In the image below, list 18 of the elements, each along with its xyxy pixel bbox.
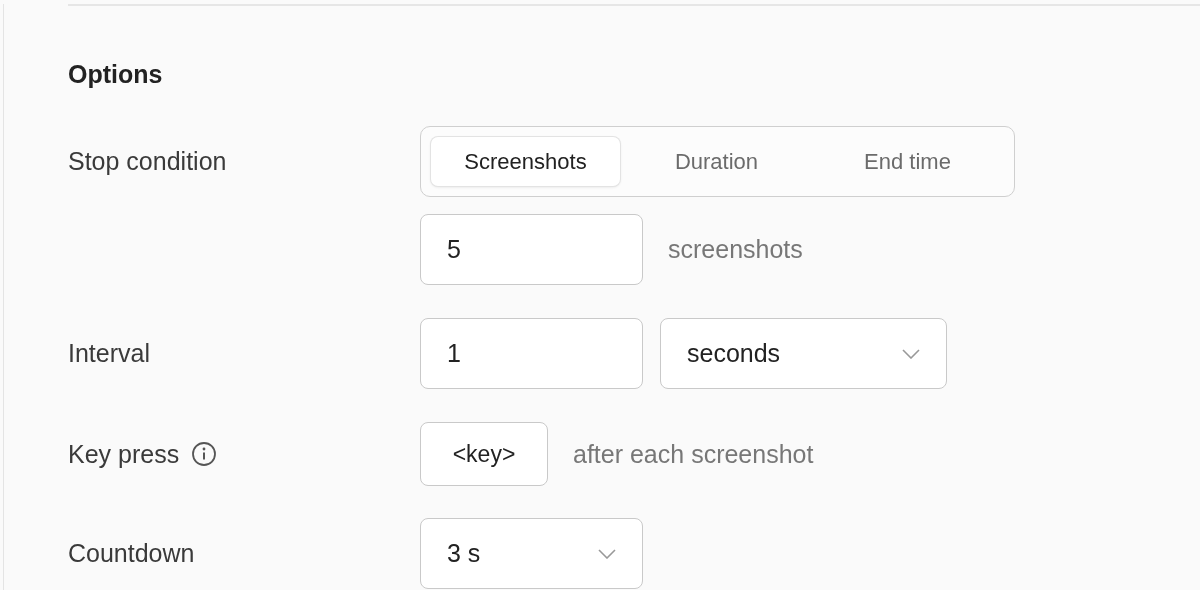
chevron-down-icon — [598, 548, 616, 559]
dropdown[interactable]: 3 s — [420, 518, 643, 589]
section-title: Options — [68, 59, 164, 89]
info-icon[interactable] — [191, 441, 218, 467]
input-field[interactable]: 5 — [420, 214, 643, 285]
field-label: Stop condition — [68, 147, 227, 176]
input-field[interactable]: 1 — [420, 318, 643, 389]
segment-tab[interactable]: Screenshots — [431, 137, 620, 186]
dropdown[interactable]: seconds — [660, 318, 947, 389]
unit-label: screenshots — [668, 235, 803, 264]
chevron-down-icon — [902, 348, 920, 359]
field-label: Interval — [68, 339, 150, 368]
segment-tab[interactable]: Duration — [622, 137, 811, 186]
field-label: Countdown — [68, 539, 195, 568]
segment-tab[interactable]: End time — [813, 137, 1002, 186]
key-button[interactable]: <key> — [420, 422, 548, 486]
hint-text: after each screenshot — [573, 439, 814, 469]
field-label: Key press — [68, 439, 180, 469]
